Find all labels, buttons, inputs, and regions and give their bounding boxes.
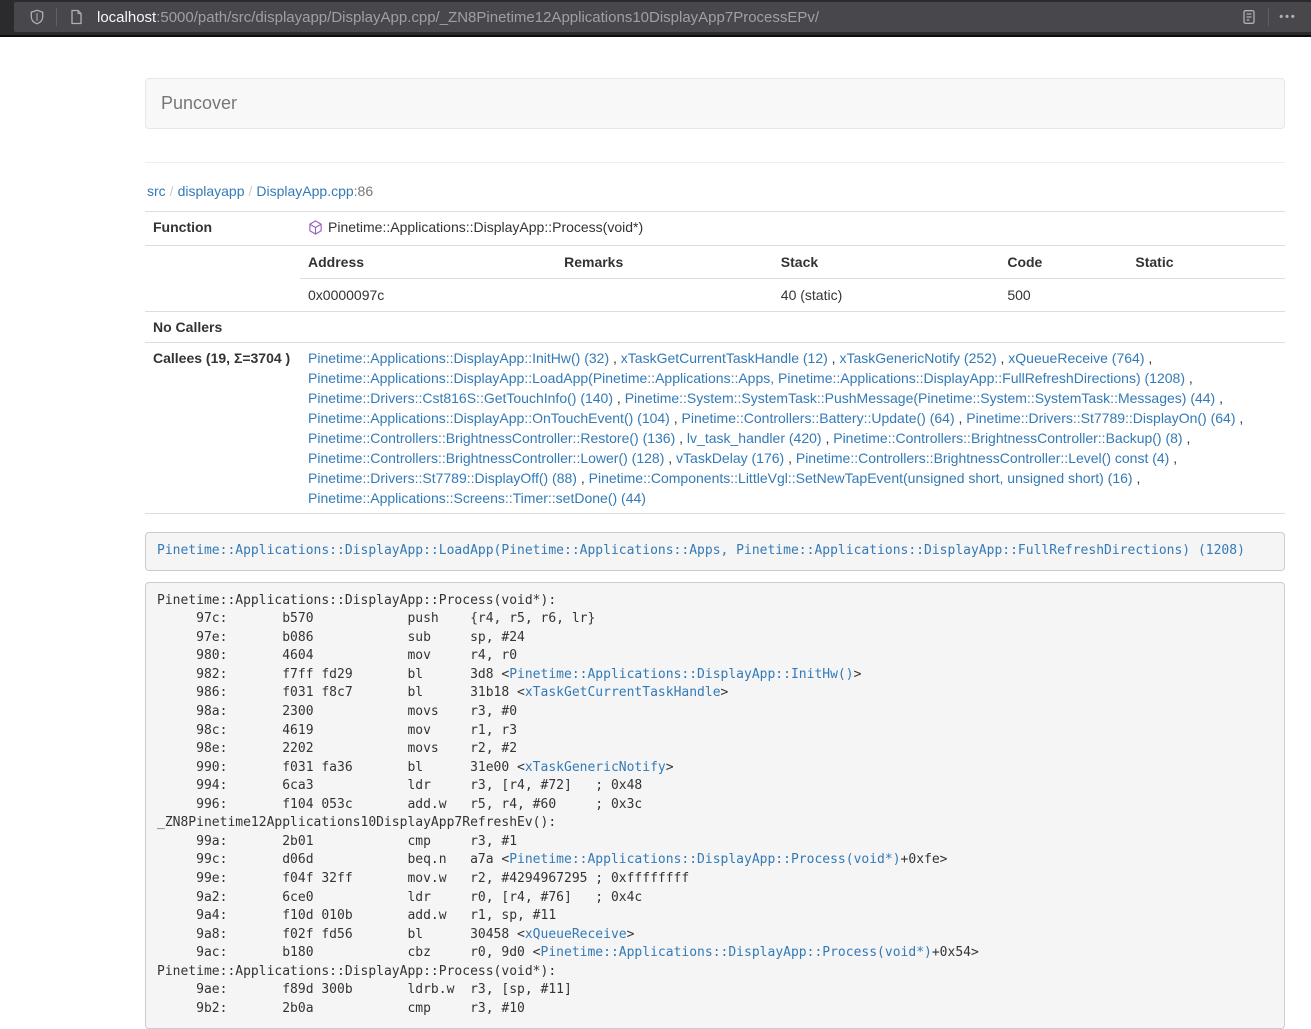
callees-list: Pinetime::Applications::DisplayApp::Init…: [300, 343, 1285, 514]
stack-value: 40 (static): [773, 279, 1000, 312]
code-symbol-link[interactable]: xQueueReceive: [525, 927, 627, 942]
callee-link[interactable]: Pinetime::Controllers::BrightnessControl…: [833, 430, 1182, 446]
function-table: Function Pinetime::Applications::Display…: [145, 211, 1285, 514]
details-value-row: 0x0000097c 40 (static) 500: [300, 279, 1285, 312]
static-value: [1127, 279, 1285, 312]
callee-link[interactable]: Pinetime::Drivers::St7789::DisplayOn() (…: [966, 410, 1235, 426]
function-details-cell: Address Remarks Stack Code Static 0x0000…: [300, 246, 1285, 312]
code-symbol-link[interactable]: xTaskGetCurrentTaskHandle: [525, 685, 721, 700]
details-header-row: Address Remarks Stack Code Static: [300, 246, 1285, 279]
callee-link[interactable]: Pinetime::Components::LittleVgl::SetNewT…: [589, 470, 1133, 486]
breadcrumb: src/displayapp/DisplayApp.cpp:86: [147, 181, 1285, 201]
callee-link[interactable]: xTaskGenericNotify (252): [839, 350, 996, 366]
function-details-row: Address Remarks Stack Code Static 0x0000…: [145, 246, 1285, 312]
callee-link[interactable]: Pinetime::System::SystemTask::PushMessag…: [625, 390, 1216, 406]
breadcrumb-separator: /: [170, 183, 174, 199]
breadcrumb-link-file[interactable]: DisplayApp.cpp: [256, 183, 353, 199]
function-row: Function Pinetime::Applications::Display…: [145, 212, 1285, 246]
callee-link[interactable]: Pinetime::Applications::Screens::Timer::…: [308, 490, 646, 506]
breadcrumb-link-displayapp[interactable]: displayapp: [178, 183, 245, 199]
code-size-value: 500: [999, 279, 1127, 312]
function-name-cell: Pinetime::Applications::DisplayApp::Proc…: [300, 212, 1285, 246]
shield-icon[interactable]: [24, 4, 50, 30]
col-address: Address: [300, 246, 556, 279]
brand-link[interactable]: Puncover: [146, 79, 252, 128]
callee-link[interactable]: Pinetime::Drivers::Cst816S::GetTouchInfo…: [308, 390, 613, 406]
callee-link[interactable]: Pinetime::Applications::DisplayApp::Init…: [308, 350, 609, 366]
callers-cell: [300, 312, 1285, 343]
url-path: :5000/path/src/displayapp/DisplayApp.cpp…: [156, 9, 819, 26]
callee-link[interactable]: Pinetime::Drivers::St7789::DisplayOff() …: [308, 470, 577, 486]
callee-link[interactable]: Pinetime::Controllers::BrightnessControl…: [308, 450, 664, 466]
navbar: Puncover: [145, 78, 1285, 129]
callee-link[interactable]: xTaskGetCurrentTaskHandle (12): [621, 350, 828, 366]
address-value: 0x0000097c: [300, 279, 556, 312]
page-icon[interactable]: [63, 4, 89, 30]
callee-link[interactable]: Pinetime::Controllers::Battery::Update()…: [682, 410, 955, 426]
url-text[interactable]: localhost:5000/path/src/displayapp/Displ…: [97, 9, 1236, 26]
callees-label: Callees (19, Σ=3704 ): [145, 343, 300, 514]
code-symbol-link[interactable]: Pinetime::Applications::DisplayApp::Proc…: [509, 852, 900, 867]
empty-label-cell: [145, 246, 300, 312]
callee-link[interactable]: Pinetime::Controllers::BrightnessControl…: [308, 430, 675, 446]
symbol-package-icon: [308, 220, 323, 240]
col-code: Code: [999, 246, 1127, 279]
callees-row: Callees (19, Σ=3704 ) Pinetime::Applicat…: [145, 343, 1285, 514]
callee-link[interactable]: Pinetime::Applications::DisplayApp::OnTo…: [308, 410, 670, 426]
function-name: Pinetime::Applications::DisplayApp::Proc…: [328, 219, 643, 235]
page-content: Puncover src/displayapp/DisplayApp.cpp:8…: [145, 78, 1285, 1029]
highlighted-symbol-link[interactable]: Pinetime::Applications::DisplayApp::Load…: [157, 543, 1245, 558]
callers-row: No Callers: [145, 312, 1285, 343]
callee-link[interactable]: xQueueReceive (764): [1008, 350, 1144, 366]
remarks-value: [556, 279, 773, 312]
url-host: localhost: [97, 9, 156, 26]
callee-link[interactable]: lv_task_handler (420): [687, 430, 822, 446]
disassembly-code-block: Pinetime::Applications::DisplayApp::Proc…: [145, 582, 1285, 1029]
highlighted-symbol-panel: Pinetime::Applications::DisplayApp::Load…: [145, 532, 1285, 571]
code-symbol-link[interactable]: Pinetime::Applications::DisplayApp::Init…: [509, 667, 853, 682]
breadcrumb-separator: /: [249, 183, 253, 199]
divider: [145, 162, 1285, 163]
reader-mode-icon[interactable]: [1236, 4, 1262, 30]
col-static: Static: [1127, 246, 1285, 279]
callee-link[interactable]: Pinetime::Applications::DisplayApp::Load…: [308, 370, 1185, 386]
function-label: Function: [145, 212, 300, 246]
overflow-menu-icon[interactable]: •••: [1275, 4, 1301, 30]
toolbar-separator: [1268, 8, 1269, 26]
code-symbol-link[interactable]: xTaskGenericNotify: [525, 760, 666, 775]
code-symbol-link[interactable]: Pinetime::Applications::DisplayApp::Proc…: [541, 945, 932, 960]
col-stack: Stack: [773, 246, 1000, 279]
line-number: :86: [354, 183, 373, 199]
callee-link[interactable]: Pinetime::Controllers::BrightnessControl…: [796, 450, 1169, 466]
col-remarks: Remarks: [556, 246, 773, 279]
function-details-table: Address Remarks Stack Code Static 0x0000…: [300, 246, 1285, 311]
no-callers-label: No Callers: [145, 312, 300, 343]
callee-link[interactable]: vTaskDelay (176): [676, 450, 784, 466]
toolbar-separator: [56, 8, 57, 26]
breadcrumb-link-src[interactable]: src: [147, 183, 166, 199]
url-bar[interactable]: localhost:5000/path/src/displayapp/Displ…: [14, 2, 1311, 32]
browser-toolbar: localhost:5000/path/src/displayapp/Displ…: [0, 0, 1311, 37]
